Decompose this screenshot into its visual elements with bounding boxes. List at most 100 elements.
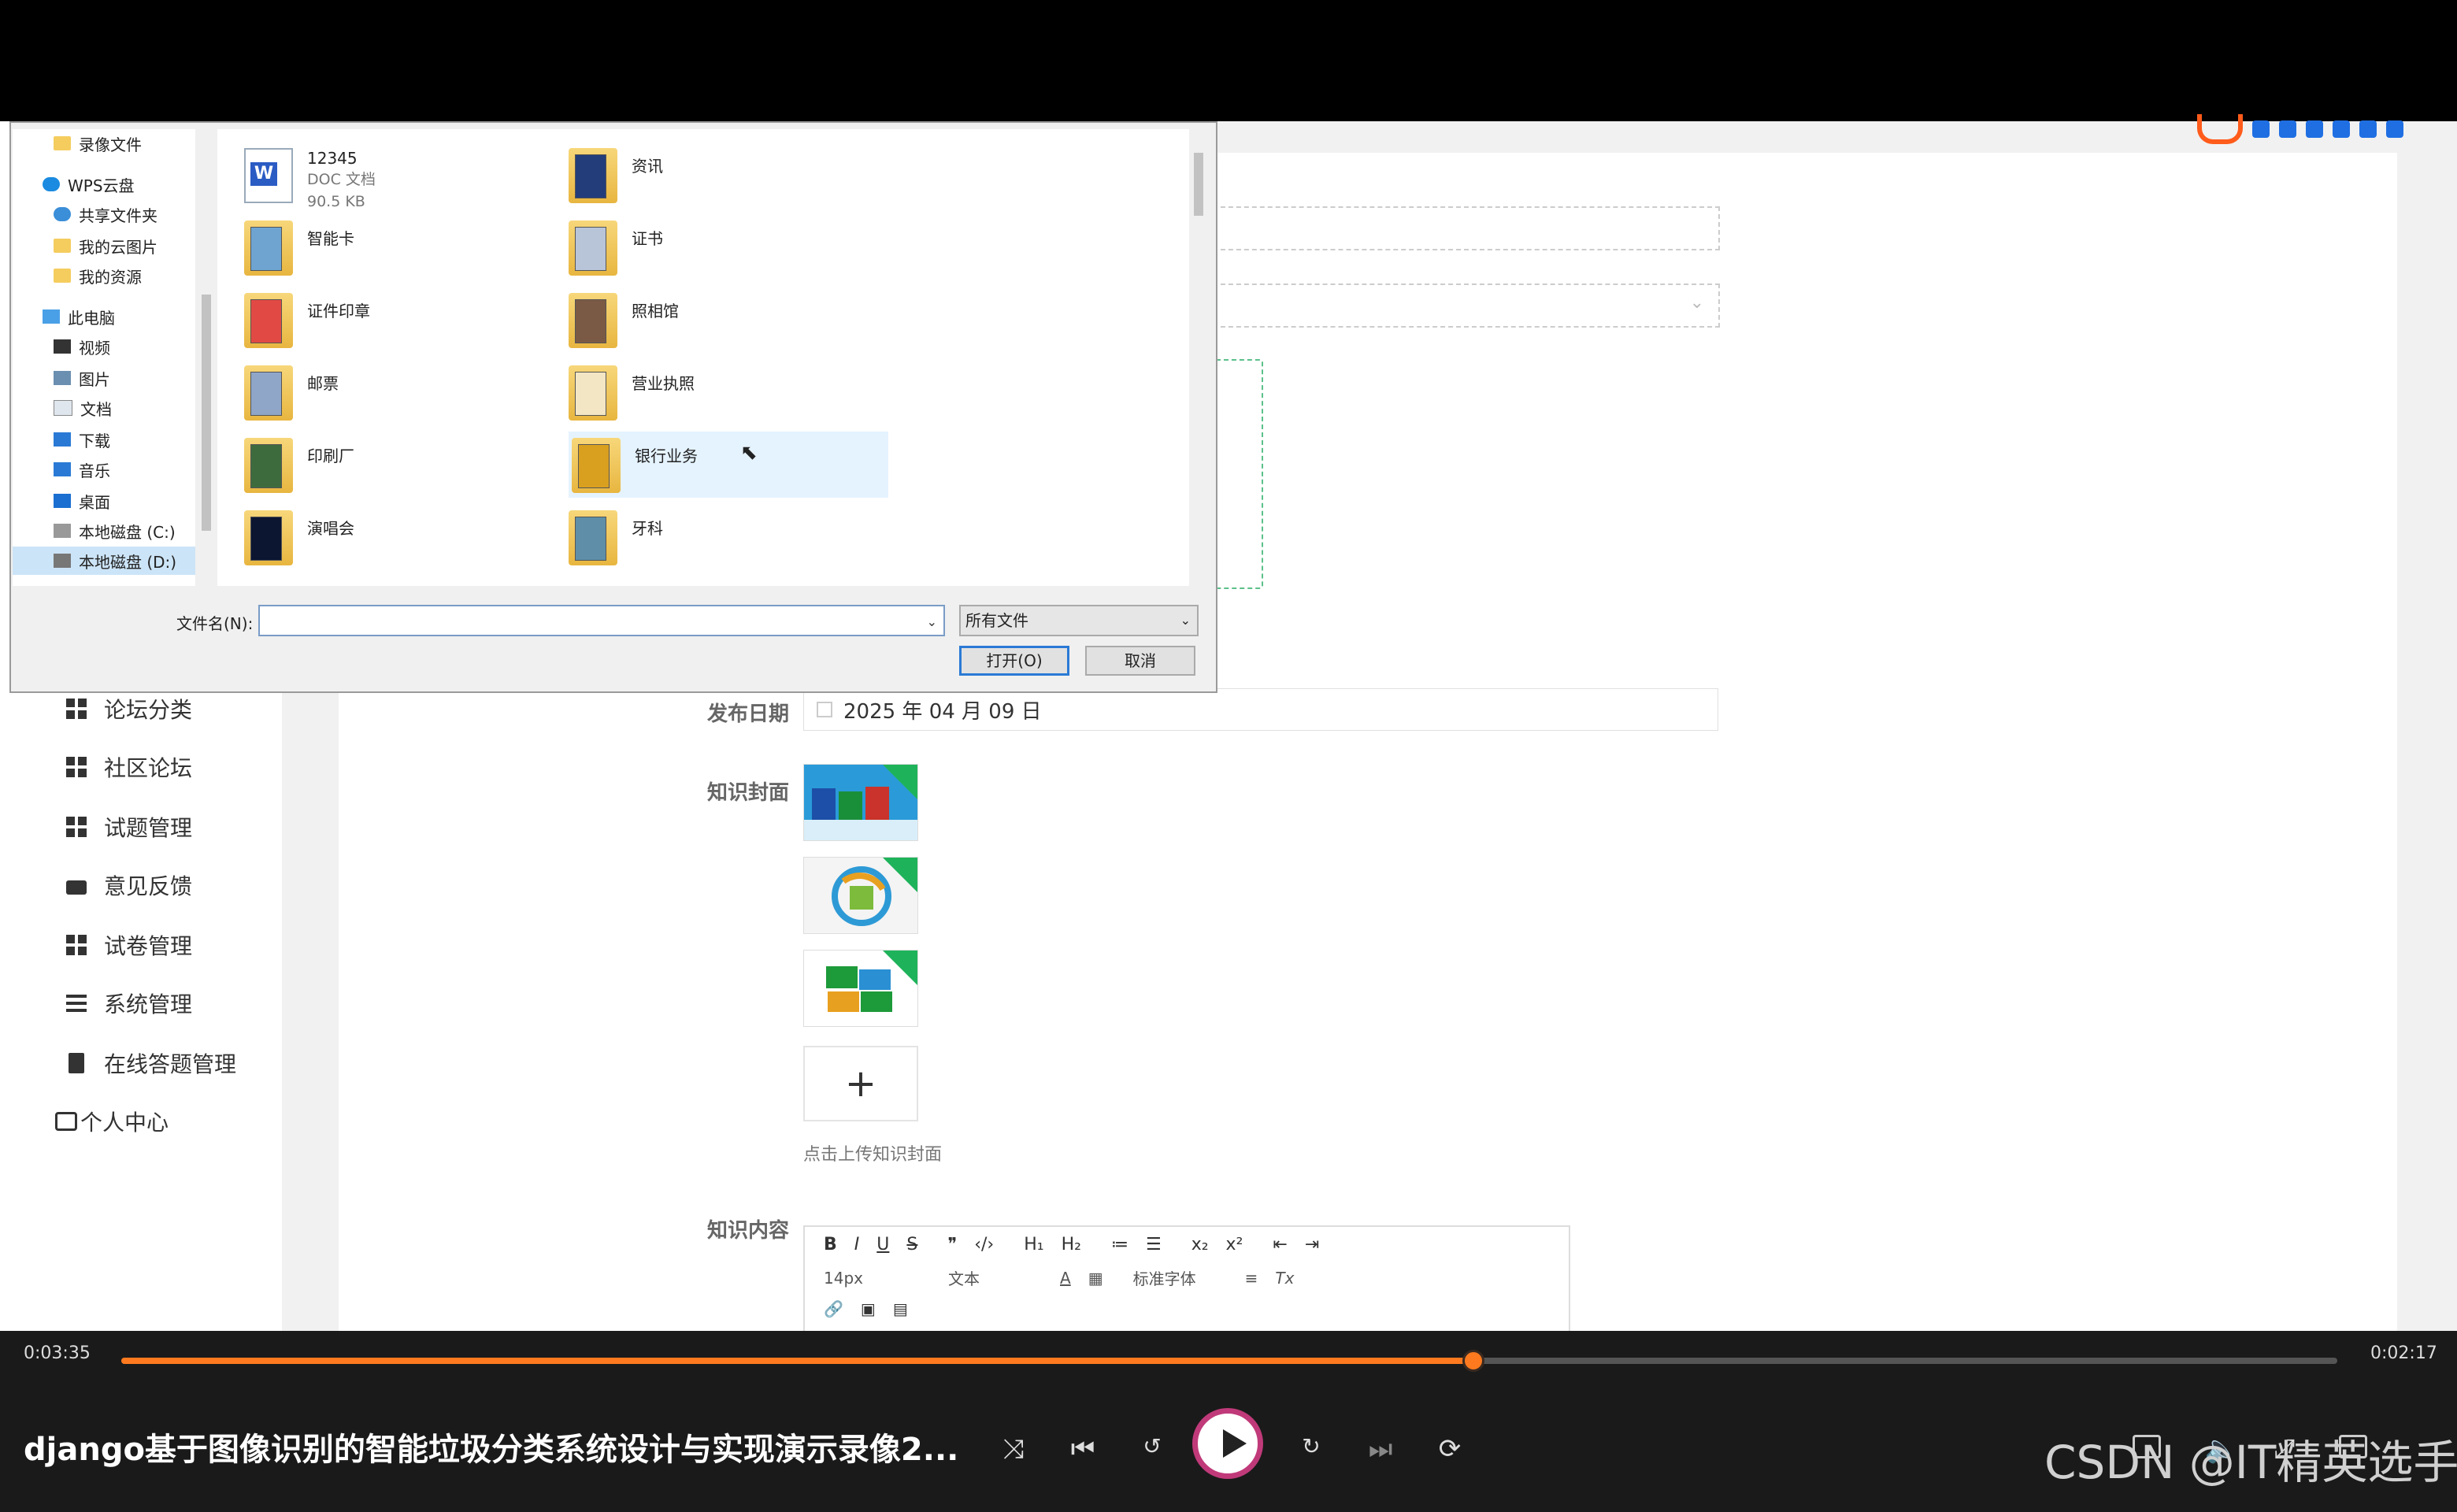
ime-punctuation-icon[interactable] bbox=[2279, 120, 2296, 138]
file-list-scrollbar[interactable] bbox=[1189, 129, 1208, 586]
file-item[interactable]: 证件印章 bbox=[241, 287, 540, 350]
tree-item[interactable]: 我的资源 bbox=[54, 261, 142, 290]
tree-item-selected[interactable]: 本地磁盘 (D:) bbox=[13, 547, 195, 575]
file-item[interactable]: 照相馆 bbox=[565, 287, 880, 350]
indent-button[interactable]: ⇥ bbox=[1305, 1235, 1319, 1254]
ime-chinese-icon[interactable] bbox=[2252, 120, 2270, 138]
file-item[interactable]: 资讯 bbox=[565, 142, 880, 205]
tree-item[interactable]: 下载 bbox=[54, 425, 110, 454]
toolbox-icon[interactable] bbox=[2386, 120, 2403, 138]
keyboard-icon[interactable] bbox=[2333, 120, 2350, 138]
tree-item[interactable]: WPS云盘 bbox=[43, 170, 135, 198]
progress-bar[interactable] bbox=[121, 1350, 2337, 1372]
font-family-select[interactable]: 标准字体 bbox=[1133, 1266, 1228, 1289]
superscript-button[interactable]: x² bbox=[1226, 1235, 1243, 1254]
file-item[interactable]: 邮票 bbox=[241, 359, 540, 422]
h1-button[interactable]: H₁ bbox=[1024, 1235, 1043, 1254]
file-item[interactable]: 证书 bbox=[565, 214, 880, 277]
tree-item[interactable]: 此电脑 bbox=[43, 302, 115, 331]
ordered-list-button[interactable]: ≔ bbox=[1111, 1235, 1128, 1254]
quote-button[interactable]: ❞ bbox=[947, 1235, 957, 1254]
computer-icon bbox=[43, 309, 60, 324]
date-picker[interactable]: 2025 年 04 月 09 日 bbox=[803, 688, 1718, 731]
tree-item[interactable]: 录像文件 bbox=[54, 129, 142, 158]
filetype-select[interactable]: 所有文件 ⌄ bbox=[959, 605, 1199, 636]
next-icon[interactable]: ⏭ bbox=[1361, 1433, 1400, 1465]
folder-icon bbox=[569, 148, 617, 203]
play-button[interactable] bbox=[1192, 1408, 1263, 1479]
file-item[interactable]: 牙科 bbox=[565, 504, 880, 567]
tree-item[interactable]: 桌面 bbox=[54, 487, 110, 515]
sidebar-item-system-management[interactable]: 系统管理 bbox=[66, 984, 192, 1022]
filename-input[interactable]: ⌄ bbox=[258, 605, 945, 636]
align-button[interactable]: ≡ bbox=[1245, 1269, 1258, 1288]
upload-area[interactable] bbox=[1213, 359, 1263, 589]
chevron-down-icon[interactable]: ⌄ bbox=[927, 614, 937, 629]
strike-button[interactable]: S bbox=[906, 1235, 917, 1254]
current-time: 0:03:35 bbox=[24, 1343, 91, 1363]
scrollbar-thumb[interactable] bbox=[202, 295, 211, 531]
sidebar-item-question-management[interactable]: 试题管理 bbox=[66, 808, 192, 846]
h2-button[interactable]: H₂ bbox=[1062, 1235, 1081, 1254]
forward-30-icon[interactable]: ↻ bbox=[1292, 1433, 1331, 1459]
cover-thumbnail[interactable] bbox=[803, 950, 918, 1027]
bold-button[interactable]: B bbox=[824, 1235, 837, 1254]
cover-thumbnail[interactable] bbox=[803, 857, 918, 934]
remaining-time: 0:02:17 bbox=[2370, 1343, 2437, 1363]
title-input[interactable] bbox=[1213, 206, 1720, 250]
block-type-select[interactable]: 文本 bbox=[948, 1266, 1043, 1289]
file-item[interactable]: 营业执照 bbox=[565, 359, 880, 422]
upload-hint: 点击上传知识封面 bbox=[803, 1145, 943, 1165]
tree-item[interactable]: 我的云图片 bbox=[54, 232, 158, 260]
outdent-button[interactable]: ⇤ bbox=[1273, 1235, 1287, 1254]
file-item[interactable]: 演唱会 bbox=[241, 504, 540, 567]
loop-icon[interactable]: ⟳ bbox=[1430, 1433, 1469, 1465]
microphone-icon[interactable] bbox=[2306, 120, 2323, 138]
sidebar-item-personal-center[interactable]: 个人中心 bbox=[55, 1102, 169, 1140]
add-cover-button[interactable]: + bbox=[803, 1046, 918, 1121]
tree-scrollbar[interactable] bbox=[197, 129, 216, 586]
video-button[interactable]: ▤ bbox=[893, 1299, 908, 1318]
file-item-hovered[interactable]: 银行业务 bbox=[569, 432, 888, 498]
cover-thumbnail[interactable] bbox=[803, 764, 918, 841]
subscript-button[interactable]: x₂ bbox=[1191, 1235, 1209, 1254]
code-button[interactable]: ‹/› bbox=[974, 1235, 994, 1254]
background-color-button[interactable]: ▦ bbox=[1088, 1269, 1103, 1288]
cancel-button[interactable]: 取消 bbox=[1085, 646, 1195, 676]
category-select[interactable]: ⌄ bbox=[1213, 284, 1720, 328]
italic-button[interactable]: I bbox=[854, 1235, 860, 1254]
tree-item[interactable]: 图片 bbox=[54, 364, 110, 392]
underline-button[interactable]: U bbox=[876, 1235, 889, 1254]
progress-knob[interactable] bbox=[1462, 1350, 1484, 1372]
font-color-button[interactable]: A bbox=[1060, 1269, 1071, 1288]
skin-icon[interactable] bbox=[2359, 120, 2377, 138]
folder-icon bbox=[244, 365, 293, 421]
rich-text-editor[interactable]: B I U S ❞ ‹/› H₁ H₂ ≔ ☰ x₂ x² ⇤ ⇥ 14px 文… bbox=[803, 1225, 1570, 1336]
sidebar-item-community-forum[interactable]: 社区论坛 bbox=[66, 748, 192, 786]
sidebar-item-feedback[interactable]: 意见反馈 bbox=[66, 866, 192, 904]
previous-icon[interactable]: ⏮ bbox=[1063, 1433, 1102, 1465]
file-name: 营业执照 bbox=[632, 374, 695, 393]
font-size-select[interactable]: 14px bbox=[824, 1269, 918, 1288]
tree-item[interactable]: 音乐 bbox=[54, 455, 110, 484]
file-item[interactable]: 智能卡 bbox=[241, 214, 540, 277]
rewind-10-icon[interactable]: ↺ bbox=[1132, 1433, 1172, 1459]
link-button[interactable]: 🔗 bbox=[824, 1299, 843, 1318]
ime-toolbar[interactable] bbox=[2197, 114, 2403, 144]
sidebar-item-forum-category[interactable]: 论坛分类 bbox=[66, 690, 192, 728]
shuffle-icon[interactable]: ⤨ bbox=[994, 1433, 1033, 1465]
file-item[interactable]: 印刷厂 bbox=[241, 432, 540, 495]
tree-item[interactable]: 视频 bbox=[54, 332, 110, 361]
sogou-logo-icon bbox=[2197, 114, 2243, 144]
sidebar-item-paper-management[interactable]: 试卷管理 bbox=[66, 926, 192, 964]
open-button[interactable]: 打开(O) bbox=[959, 646, 1069, 676]
sidebar-item-online-quiz[interactable]: 在线答题管理 bbox=[66, 1044, 236, 1082]
tree-item[interactable]: 本地磁盘 (C:) bbox=[54, 517, 176, 545]
clear-format-button[interactable]: Tx bbox=[1275, 1269, 1294, 1288]
scrollbar-thumb[interactable] bbox=[1194, 153, 1203, 216]
bullet-list-button[interactable]: ☰ bbox=[1146, 1235, 1162, 1254]
tree-item[interactable]: 共享文件夹 bbox=[54, 200, 158, 228]
image-button[interactable]: ▣ bbox=[861, 1299, 876, 1318]
tree-item[interactable]: 文档 bbox=[54, 394, 112, 422]
file-item[interactable]: W 12345 DOC 文档 90.5 KB bbox=[241, 142, 540, 210]
